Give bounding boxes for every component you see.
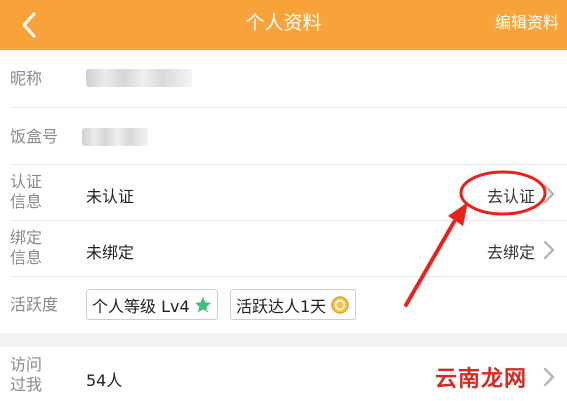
box-id-value-redacted: [82, 128, 148, 146]
app-header: 个人资料 编辑资料: [0, 0, 567, 50]
chevron-left-icon: [22, 12, 36, 38]
profile-card: 昵称 饭盒号 认证 信息 未认证 去认证 绑定 信息 未绑定 去绑定 活跃度 个…: [0, 50, 567, 333]
binding-label: 绑定 信息: [10, 228, 43, 267]
active-streak-badge[interactable]: 活跃达人1天: [230, 289, 357, 320]
go-bind-button[interactable]: 去绑定: [487, 239, 535, 263]
go-certify-button[interactable]: 去认证: [487, 183, 535, 207]
activity-row: 活跃度 个人等级 Lv4 4 活跃达人1天: [0, 277, 567, 333]
chevron-right-icon: [543, 240, 555, 260]
binding-row[interactable]: 绑定 信息 未绑定 去绑定: [0, 221, 567, 276]
watermark-logo: 云南龙网: [434, 367, 527, 392]
certification-label: 认证 信息: [10, 172, 43, 211]
back-button[interactable]: [12, 8, 46, 42]
visitors-count: 54人: [86, 371, 123, 390]
box-id-label: 饭盒号: [10, 127, 59, 146]
level-badge[interactable]: 个人等级 Lv4 4: [86, 289, 218, 320]
edit-profile-button[interactable]: 编辑资料: [495, 0, 559, 46]
nickname-value-redacted: [86, 69, 192, 87]
nickname-label: 昵称: [10, 69, 43, 88]
activity-label: 活跃度: [10, 295, 59, 314]
nickname-row: 昵称: [0, 50, 567, 107]
certification-row[interactable]: 认证 信息 未认证 去认证: [0, 165, 567, 220]
medal-icon: [331, 295, 349, 314]
chevron-right-icon: [543, 367, 555, 387]
page-title: 个人资料: [245, 12, 322, 34]
certification-status: 未认证: [86, 187, 135, 206]
active-streak-badge-text: 活跃达人1天: [236, 296, 327, 316]
box-id-row: 饭盒号: [0, 108, 567, 164]
level-badge-text: 个人等级 Lv4: [92, 296, 190, 316]
star-icon: 4: [194, 296, 211, 313]
binding-status: 未绑定: [86, 243, 135, 262]
visitors-label: 访问 过我: [10, 355, 43, 394]
svg-text:4: 4: [205, 306, 209, 313]
chevron-right-icon: [543, 184, 555, 204]
